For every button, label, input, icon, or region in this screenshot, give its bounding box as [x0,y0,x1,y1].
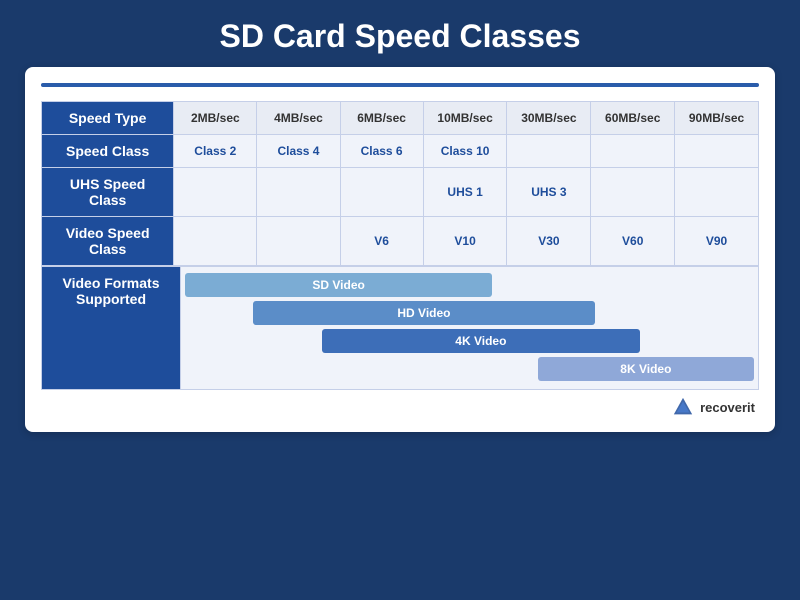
cell-2-3: V10 [423,217,507,266]
8k-video-bar: 8K Video [538,357,754,381]
speed-class-table: Speed Type 2MB/sec 4MB/sec 6MB/sec 10MB/… [41,101,759,266]
cell-2-2: V6 [340,217,423,266]
cell-1-0 [174,168,257,217]
cell-0-4 [507,135,591,168]
cell-0-2: Class 6 [340,135,423,168]
cell-0-3: Class 10 [423,135,507,168]
cell-2-4: V30 [507,217,591,266]
cell-1-5 [591,168,675,217]
cell-1-3: UHS 1 [423,168,507,217]
cell-0-6 [675,135,759,168]
cell-2-5: V60 [591,217,675,266]
cell-1-6 [675,168,759,217]
recoverit-icon [672,396,694,418]
col-header-0: 2MB/sec [174,102,257,135]
col-header-3: 10MB/sec [423,102,507,135]
cell-2-6: V90 [675,217,759,266]
sd-video-bar: SD Video [185,273,492,297]
col-header-6: 90MB/sec [675,102,759,135]
col-header-1: 4MB/sec [257,102,340,135]
divider-line [41,83,759,87]
cell-2-1 [257,217,340,266]
speed-type-label: Speed Type [42,102,174,135]
cell-2-0 [174,217,257,266]
row-label-1: UHS Speed Class [42,168,174,217]
col-header-4: 30MB/sec [507,102,591,135]
cell-1-4: UHS 3 [507,168,591,217]
hd-video-bar: HD Video [253,301,594,325]
cell-0-5 [591,135,675,168]
cell-0-1: Class 4 [257,135,340,168]
row-label-0: Speed Class [42,135,174,168]
col-header-5: 60MB/sec [591,102,675,135]
col-header-2: 6MB/sec [340,102,423,135]
brand-logo: recoverit [41,390,759,418]
bar-container: SD Video HD Video 4K Video 8K Video [185,273,754,383]
4k-video-bar: 4K Video [322,329,641,353]
cell-1-1 [257,168,340,217]
brand-name: recoverit [700,400,755,415]
video-formats-label: Video Formats Supported [41,266,181,390]
video-formats-row: Video Formats Supported SD Video HD Vide… [41,266,759,390]
row-label-2: Video Speed Class [42,217,174,266]
cell-0-0: Class 2 [174,135,257,168]
cell-1-2 [340,168,423,217]
video-formats-bars: SD Video HD Video 4K Video 8K Video [181,266,759,390]
page-title: SD Card Speed Classes [219,0,580,67]
info-card: Speed Type 2MB/sec 4MB/sec 6MB/sec 10MB/… [25,67,775,432]
